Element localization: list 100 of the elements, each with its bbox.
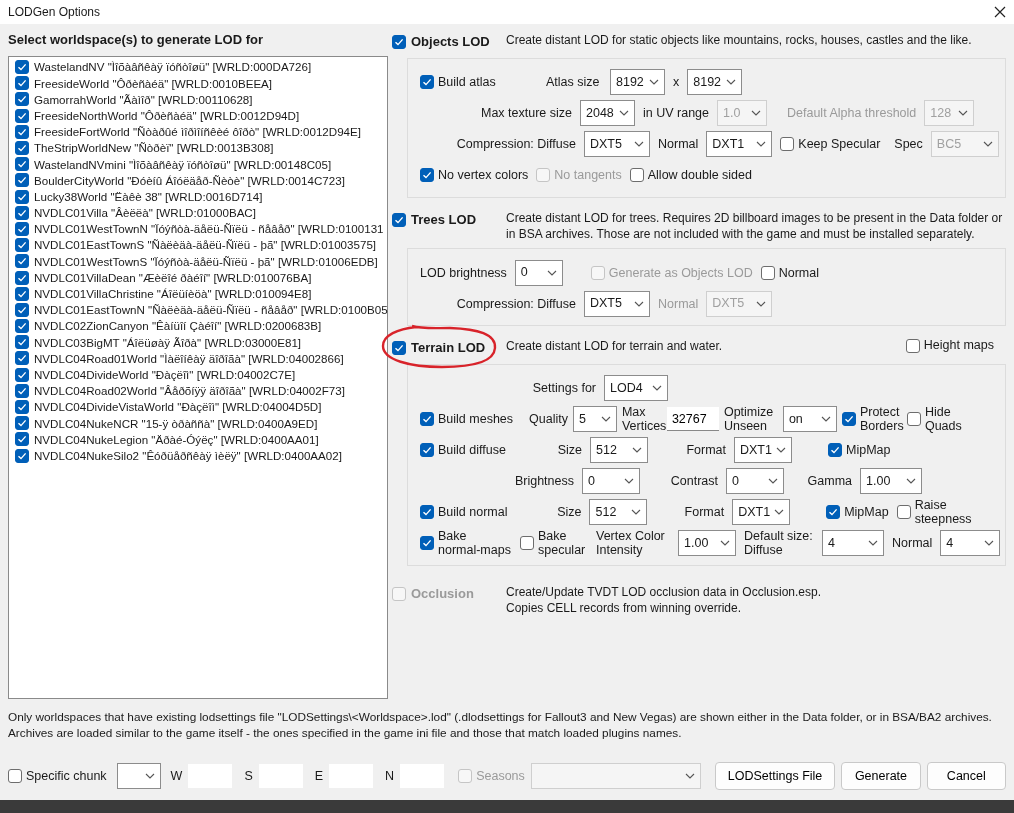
dropdown[interactable]: 512 [590,437,648,464]
checkbox-label[interactable]: Normal [778,265,819,281]
checkbox-label[interactable]: Build normal [438,505,546,520]
list-item-label[interactable]: WastelandNVmini "Ìîõàâñêàÿ ïóñòîøü" [WRLD:00148C05] [34,155,332,173]
checkbox[interactable] [15,367,29,382]
dropdown[interactable]: 5 [572,406,617,433]
list-item-label[interactable]: GamorrahWorld "Ãàìîð" [WRLD:00110628] [34,90,253,109]
dropdown[interactable]: 0 [726,468,784,495]
checkbox[interactable] [828,443,842,458]
checkbox-label[interactable]: MipMap [846,443,891,458]
list-item-label[interactable]: FreesideFortWorld "Ñòàðûé ìîðìîíñêèé ôîðò" [WRLD:0012D94E] [34,123,361,141]
checkbox[interactable] [15,286,29,301]
list-item-label[interactable]: BoulderCityWorld "Ðóèíû Áîóëäåð-Ñèòè" [WRLD:0014C723] [34,171,345,190]
checkbox[interactable] [826,505,841,520]
checkbox-label[interactable]: Height maps [923,338,994,353]
checkbox[interactable] [15,238,29,253]
dropdown[interactable]: 0 [514,259,563,286]
checkbox[interactable] [392,212,406,227]
dropdown[interactable]: DXT1 [734,437,792,464]
list-item-label[interactable]: NVDLC01WestTownN "Ïóýñòà-äåëü-Ñïëü - ñåâåð" [WRLD:0100131 [34,220,384,238]
checkbox[interactable] [15,416,29,431]
dropdown[interactable]: DXT5 [584,290,650,317]
list-item-label[interactable]: NVDLC01VillaChristine "Áîëüíèöà" [WRLD:010094E8] [34,285,312,303]
checkbox[interactable] [15,108,29,123]
list-item-label[interactable]: TheStripWorldNew "Ñòðèï" [WRLD:0013B308] [34,139,274,157]
checkbox-label[interactable]: MipMap [844,505,889,520]
checkbox[interactable] [392,341,406,356]
list-item-label[interactable]: FreesideWorld "Ôðèñàéä" [WRLD:0010BEEA] [34,74,273,92]
dropdown[interactable]: 512 [589,499,648,526]
dropdown[interactable]: 0 [582,468,640,495]
checkbox[interactable] [420,168,434,183]
checkbox[interactable] [420,505,434,520]
checkbox-label[interactable]: Bake specular [538,528,588,558]
checkbox-label[interactable]: Build meshes [438,412,524,427]
checkbox-label[interactable]: Keep Specular [798,137,881,152]
list-item-label[interactable]: NVDLC04Road02World "Âåðõíÿÿ äîðîãà" [WRLD:04002F73] [34,382,345,400]
dropdown[interactable]: DXT1 [706,131,773,158]
list-item-label[interactable]: NVDLC01Villa "Âèëëà" [WRLD:01000BAC] [34,204,256,222]
checkbox[interactable] [15,432,29,447]
checkbox[interactable] [15,254,29,269]
section-title[interactable]: Terrain LOD [411,338,486,358]
checkbox[interactable] [15,124,29,139]
checkbox-label[interactable]: Allow double sided [647,168,752,183]
button[interactable]: Generate [841,762,921,790]
checkbox[interactable] [841,412,856,427]
checkbox[interactable] [15,173,29,188]
checkbox-label[interactable]: Build atlas [438,75,538,90]
checkbox[interactable] [15,270,29,285]
checkbox[interactable] [760,265,775,280]
checkbox[interactable] [15,157,29,172]
checkbox[interactable] [420,443,434,458]
checkbox[interactable] [15,351,29,366]
checkbox[interactable] [15,319,29,334]
checkbox[interactable] [420,536,434,551]
list-item-label[interactable]: FreesideNorthWorld "Ôðèñàéä" [WRLD:0012D94D] [34,106,300,125]
list-item-label[interactable]: Lucky38World "Ëàêè 38" [WRLD:0016D714] [34,187,263,206]
checkbox[interactable] [780,137,795,152]
list-item-label[interactable]: NVDLC04Road01World "Ìàëîíêàÿ äîðîãà" [WRLD:04002866] [34,349,344,368]
checkbox-label[interactable]: Raise steepness [914,497,1005,527]
dropdown[interactable]: 1.00 [860,468,922,495]
section-title[interactable]: Trees LOD [411,209,477,230]
list-item-label[interactable]: NVDLC04NukeLegion "Äðàé-Óýëç" [WRLD:0400AA01] [34,430,319,449]
button[interactable]: LODSettings File [714,762,836,790]
checkbox[interactable] [15,302,29,317]
input-field[interactable]: 32767 [666,407,719,432]
dropdown[interactable]: 4 [822,530,884,557]
checkbox-label[interactable]: Protect Borders [859,404,902,434]
dropdown[interactable]: 1.00 [678,530,736,557]
checkbox[interactable] [15,221,29,236]
checkbox[interactable] [629,168,644,183]
dropdown[interactable]: 8192 [687,69,743,96]
checkbox[interactable] [15,205,29,220]
checkbox-label[interactable]: Build diffuse [438,443,546,458]
checkbox[interactable] [420,75,434,90]
list-item-label[interactable]: NVDLC04DivideVistaWorld "Ðàçëîì" [WRLD:04004D5D] [34,398,322,416]
checkbox[interactable] [15,189,29,204]
list-item-label[interactable]: WastelandNV "Ìîõàâñêàÿ ïóñòîøü" [WRLD:000DA726] [34,58,312,76]
checkbox[interactable] [420,412,434,427]
checkbox[interactable] [15,335,29,350]
checkbox[interactable] [15,400,29,414]
list-item-label[interactable]: NVDLC01EastTownS "Ñàëèäà-äåëü-Ñïëü - þã" [WRLD:01003575] [34,236,377,254]
list-item-label[interactable]: NVDLC03BigMT "Áîëüøàÿ Ãîðà" [WRLD:03000E81] [34,333,302,351]
checkbox[interactable] [906,412,921,427]
checkbox[interactable] [15,141,29,155]
checkbox[interactable] [896,505,911,520]
checkbox[interactable] [15,76,29,91]
checkbox-label[interactable]: No vertex colors [438,168,529,183]
dropdown[interactable]: on [782,406,837,433]
checkbox[interactable] [15,383,29,398]
checkbox[interactable] [15,448,29,463]
list-item-label[interactable]: NVDLC01VillaDean "Æèëîé ðàéîí" [WRLD:010076BA] [34,268,312,287]
list-item-label[interactable]: NVDLC01EastTownN "Ñàëèäà-äåëü-Ñïëü - ñåâåð" [WRLD:0100B05 [34,301,388,319]
list-item-label[interactable]: NVDLC02ZionCanyon "Êàíüîí Çàéîí" [WRLD:0200683B] [34,317,322,335]
list-item-label[interactable]: NVDLC04NukeNCR "15-ÿ òðàññà" [WRLD:0400A9ED] [34,414,318,432]
checkbox-label[interactable]: Hide Quads [924,404,961,434]
checkbox[interactable] [15,92,29,107]
checkbox[interactable] [905,338,920,353]
list-item-label[interactable]: NVDLC04NukeSilo2 "Êóðüåðñêàÿ ìèëÿ" [WRLD:0400AA02] [34,446,342,465]
dropdown[interactable] [116,763,161,789]
dropdown[interactable]: DXT1 [732,499,791,526]
